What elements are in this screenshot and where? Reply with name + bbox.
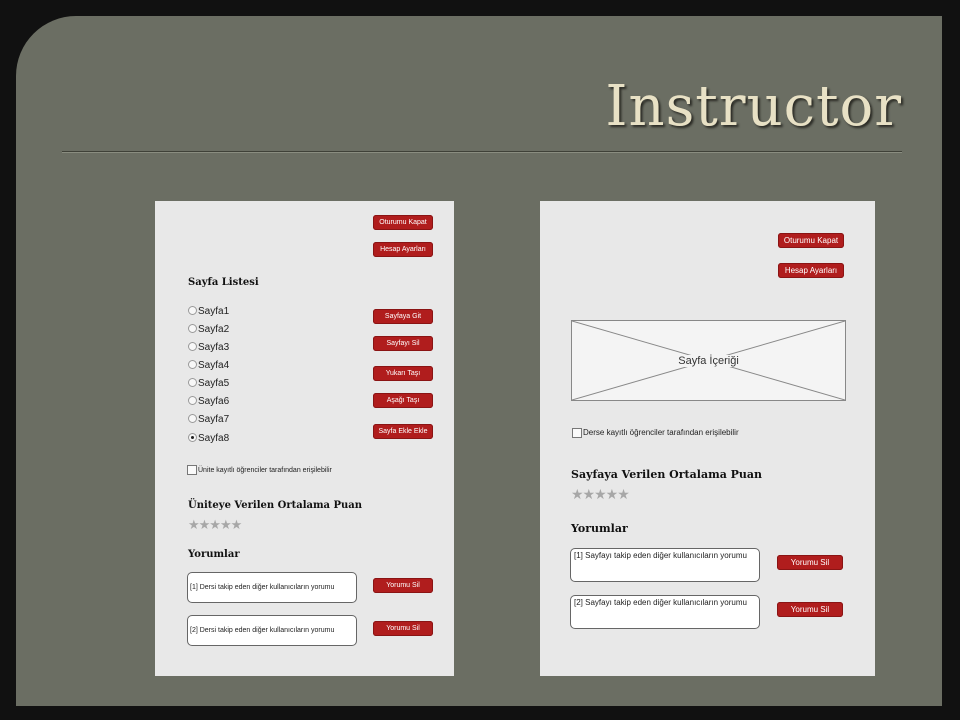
page-list-heading: Sayfa Listesi	[188, 277, 259, 288]
comment-box-1: [1] Dersi takip eden diğer kullanıcıları…	[187, 572, 357, 603]
comment-box-2: [2] Dersi takip eden diğer kullanıcıları…	[187, 615, 357, 646]
add-page-button[interactable]: Sayfa Ekle Ekle	[373, 424, 433, 439]
page-radio-8[interactable]: Sayfa8	[188, 432, 229, 446]
course-access-checkbox-row[interactable]: Derse kayıtlı öğrenciler tarafından eriş…	[572, 428, 739, 438]
comments-heading: Yorumlar	[571, 522, 628, 535]
comment-box-1: [1] Sayfayı takip eden diğer kullanıcıla…	[570, 548, 760, 582]
unit-page-mockup: Oturumu Kapat Hesap Ayarları Sayfa Liste…	[155, 201, 454, 676]
checkbox-icon[interactable]	[572, 428, 582, 438]
page-radio-1[interactable]: Sayfa1	[188, 305, 229, 319]
checkbox-icon[interactable]	[187, 465, 197, 475]
radio-icon[interactable]	[188, 359, 197, 369]
page-radio-6[interactable]: Sayfa6	[188, 395, 229, 409]
page-content-label: Sayfa İçeriği	[676, 354, 741, 367]
page-radio-label: Sayfa1	[198, 306, 230, 317]
page-radio-label: Sayfa7	[198, 414, 230, 425]
logout-button[interactable]: Oturumu Kapat	[778, 233, 844, 248]
radio-icon[interactable]	[188, 395, 197, 405]
page-radio-label: Sayfa2	[198, 324, 230, 335]
go-to-page-button[interactable]: Sayfaya Git	[373, 309, 433, 324]
rating-stars-icon[interactable]: ★★★★★	[188, 517, 242, 533]
move-down-button[interactable]: Aşağı Taşı	[373, 393, 433, 408]
radio-icon[interactable]	[188, 323, 197, 333]
page-content-placeholder: Sayfa İçeriği	[571, 320, 846, 401]
move-up-button[interactable]: Yukarı Taşı	[373, 366, 433, 381]
delete-page-button[interactable]: Sayfayı Sil	[373, 336, 433, 351]
page-radio-2[interactable]: Sayfa2	[188, 323, 229, 337]
title-divider	[62, 151, 902, 153]
page-detail-mockup: Oturumu Kapat Hesap Ayarları Sayfa İçeri…	[540, 201, 875, 676]
unit-rating-heading: Üniteye Verilen Ortalama Puan	[188, 500, 363, 511]
page-radio-label: Sayfa6	[198, 396, 230, 407]
radio-selected-icon[interactable]	[188, 432, 197, 442]
unit-access-label: Ünite kayıtlı öğrenciler tarafından eriş…	[198, 466, 332, 474]
unit-access-checkbox-row[interactable]: Ünite kayıtlı öğrenciler tarafından eriş…	[187, 465, 332, 475]
page-rating-heading: Sayfaya Verilen Ortalama Puan	[571, 468, 763, 481]
comment-box-2: [2] Sayfayı takip eden diğer kullanıcıla…	[570, 595, 760, 629]
account-settings-button[interactable]: Hesap Ayarları	[778, 263, 844, 278]
page-radio-4[interactable]: Sayfa4	[188, 359, 229, 373]
page-radio-label: Sayfa4	[198, 360, 230, 371]
radio-icon[interactable]	[188, 413, 197, 423]
rating-stars-icon[interactable]: ★★★★★	[571, 486, 630, 503]
page-radio-label: Sayfa5	[198, 378, 230, 389]
radio-icon[interactable]	[188, 377, 197, 387]
comments-heading: Yorumlar	[188, 549, 240, 560]
account-settings-button[interactable]: Hesap Ayarları	[373, 242, 433, 257]
page-radio-label: Sayfa3	[198, 342, 230, 353]
slide: Instructor Oturumu Kapat Hesap Ayarları …	[0, 0, 960, 720]
page-radio-7[interactable]: Sayfa7	[188, 413, 229, 427]
delete-comment-2-button[interactable]: Yorumu Sil	[777, 602, 843, 617]
logout-button[interactable]: Oturumu Kapat	[373, 215, 433, 230]
page-radio-3[interactable]: Sayfa3	[188, 341, 229, 355]
delete-comment-2-button[interactable]: Yorumu Sil	[373, 621, 433, 636]
delete-comment-1-button[interactable]: Yorumu Sil	[777, 555, 843, 570]
radio-icon[interactable]	[188, 305, 197, 315]
slide-title: Instructor	[605, 74, 902, 139]
page-radio-5[interactable]: Sayfa5	[188, 377, 229, 391]
course-access-label: Derse kayıtlı öğrenciler tarafından eriş…	[583, 428, 739, 438]
radio-icon[interactable]	[188, 341, 197, 351]
delete-comment-1-button[interactable]: Yorumu Sil	[373, 578, 433, 593]
page-radio-label: Sayfa8	[198, 433, 230, 444]
